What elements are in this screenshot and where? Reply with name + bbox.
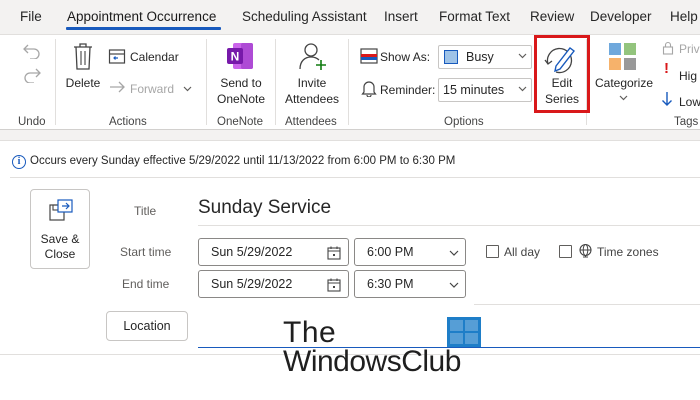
group-label-attendees: Attendees (285, 116, 337, 128)
private-button[interactable]: Priv (679, 41, 700, 57)
show-as-label: Show As: (380, 50, 431, 64)
group-label-onenote: OneNote (217, 116, 264, 128)
end-date-value: Sun 5/29/2022 (211, 277, 293, 291)
onenote-icon[interactable]: N (225, 41, 257, 71)
divider (10, 177, 700, 178)
start-time-dropdown[interactable]: 6:00 PM (354, 238, 466, 266)
calendar-icon[interactable] (327, 246, 341, 260)
lock-icon[interactable] (662, 41, 674, 55)
reminder-value: 15 minutes (443, 83, 505, 97)
calendar-icon[interactable] (327, 278, 341, 292)
recurrence-info: Occurs every Sunday effective 5/29/2022 … (30, 155, 456, 167)
send-to-onenote-line1[interactable]: Send to (212, 75, 270, 91)
chevron-down-icon (518, 86, 527, 92)
chevron-down-icon[interactable] (183, 86, 192, 92)
tab-scheduling-assistant[interactable]: Scheduling Assistant (242, 9, 367, 24)
group-label-actions: Actions (109, 116, 147, 128)
all-day-label: All day (504, 245, 541, 259)
tab-help[interactable]: Help (670, 9, 698, 24)
svg-text:N: N (231, 50, 240, 64)
bell-icon (361, 81, 377, 97)
location-label: Location (123, 319, 171, 333)
show-as-value: Busy (466, 50, 494, 64)
forward-button[interactable]: Forward (130, 81, 174, 97)
chevron-down-icon (518, 53, 527, 59)
save-close-label-line1: Save & (40, 232, 80, 246)
start-date-value: Sun 5/29/2022 (211, 245, 293, 259)
group-separator (275, 39, 276, 125)
chevron-down-icon[interactable] (619, 95, 628, 101)
invite-attendees-line1[interactable]: Invite (282, 75, 342, 91)
globe-icon (579, 243, 592, 258)
time-zones-label: Time zones (597, 245, 659, 259)
categorize-icon[interactable] (608, 42, 638, 72)
calendar-button[interactable]: Calendar (130, 49, 179, 65)
busy-swatch-icon (444, 50, 458, 64)
high-importance-icon[interactable]: ! (664, 60, 669, 77)
end-time-dropdown[interactable]: 6:30 PM (354, 270, 466, 298)
active-tab-indicator (66, 27, 221, 30)
tab-appointment-occurrence[interactable]: Appointment Occurrence (67, 9, 216, 24)
trash-icon[interactable] (71, 41, 95, 71)
start-date-picker[interactable]: Sun 5/29/2022 (198, 238, 349, 266)
low-importance-button[interactable]: Low (679, 94, 700, 110)
reminder-label: Reminder: (380, 83, 436, 97)
show-as-icon (360, 48, 378, 64)
group-label-options: Options (444, 116, 484, 128)
invite-attendees-line2[interactable]: Attendees (282, 91, 342, 107)
save-close-button[interactable]: Save & Close (30, 189, 90, 269)
tab-insert[interactable]: Insert (384, 9, 418, 24)
tab-developer[interactable]: Developer (590, 9, 652, 24)
location-button[interactable]: Location (106, 311, 188, 341)
appointment-form: i Occurs every Sunday effective 5/29/202… (0, 140, 700, 400)
end-time-label: End time (122, 277, 170, 291)
watermark-logo (447, 317, 481, 347)
edit-series-highlight (534, 35, 590, 113)
tab-review[interactable]: Review (530, 9, 574, 24)
high-importance-button[interactable]: Hig (679, 68, 697, 84)
show-as-dropdown[interactable]: Busy (438, 45, 532, 69)
save-close-icon (49, 199, 73, 221)
divider (474, 304, 700, 305)
forward-arrow-icon[interactable] (108, 80, 128, 94)
info-icon: i (12, 155, 26, 169)
end-time-value: 6:30 PM (367, 277, 414, 291)
all-day-checkbox[interactable] (486, 245, 499, 258)
ribbon: Undo Delete Calendar Forward Actions N S… (0, 34, 700, 130)
redo-icon[interactable] (22, 65, 42, 83)
send-to-onenote-line2[interactable]: OneNote (212, 91, 270, 107)
time-zones-checkbox[interactable] (559, 245, 572, 258)
delete-button[interactable]: Delete (62, 75, 104, 91)
reminder-dropdown[interactable]: 15 minutes (438, 78, 532, 102)
calendar-icon[interactable] (108, 47, 126, 65)
group-separator (348, 39, 349, 125)
watermark-line2: WindowsClub (283, 345, 461, 378)
title-input[interactable]: Sunday Service (198, 197, 331, 219)
group-label-undo: Undo (18, 116, 46, 128)
categorize-button[interactable]: Categorize (593, 75, 655, 91)
save-close-label-line2: Close (44, 247, 76, 261)
ribbon-tabbar: File Appointment Occurrence Scheduling A… (0, 0, 700, 34)
chevron-down-icon (449, 282, 459, 288)
end-date-picker[interactable]: Sun 5/29/2022 (198, 270, 349, 298)
undo-icon[interactable] (22, 41, 42, 59)
title-label: Title (134, 204, 157, 218)
group-label-tags: Tags (674, 116, 699, 128)
invite-attendees-icon[interactable] (298, 40, 328, 72)
group-separator (206, 39, 207, 125)
title-underline (198, 225, 700, 226)
start-time-label: Start time (120, 245, 172, 259)
group-separator (55, 39, 56, 125)
tab-format-text[interactable]: Format Text (439, 9, 510, 24)
start-time-value: 6:00 PM (367, 245, 414, 259)
tab-file[interactable]: File (20, 9, 42, 24)
low-importance-icon[interactable] (661, 91, 673, 107)
chevron-down-icon (449, 250, 459, 256)
